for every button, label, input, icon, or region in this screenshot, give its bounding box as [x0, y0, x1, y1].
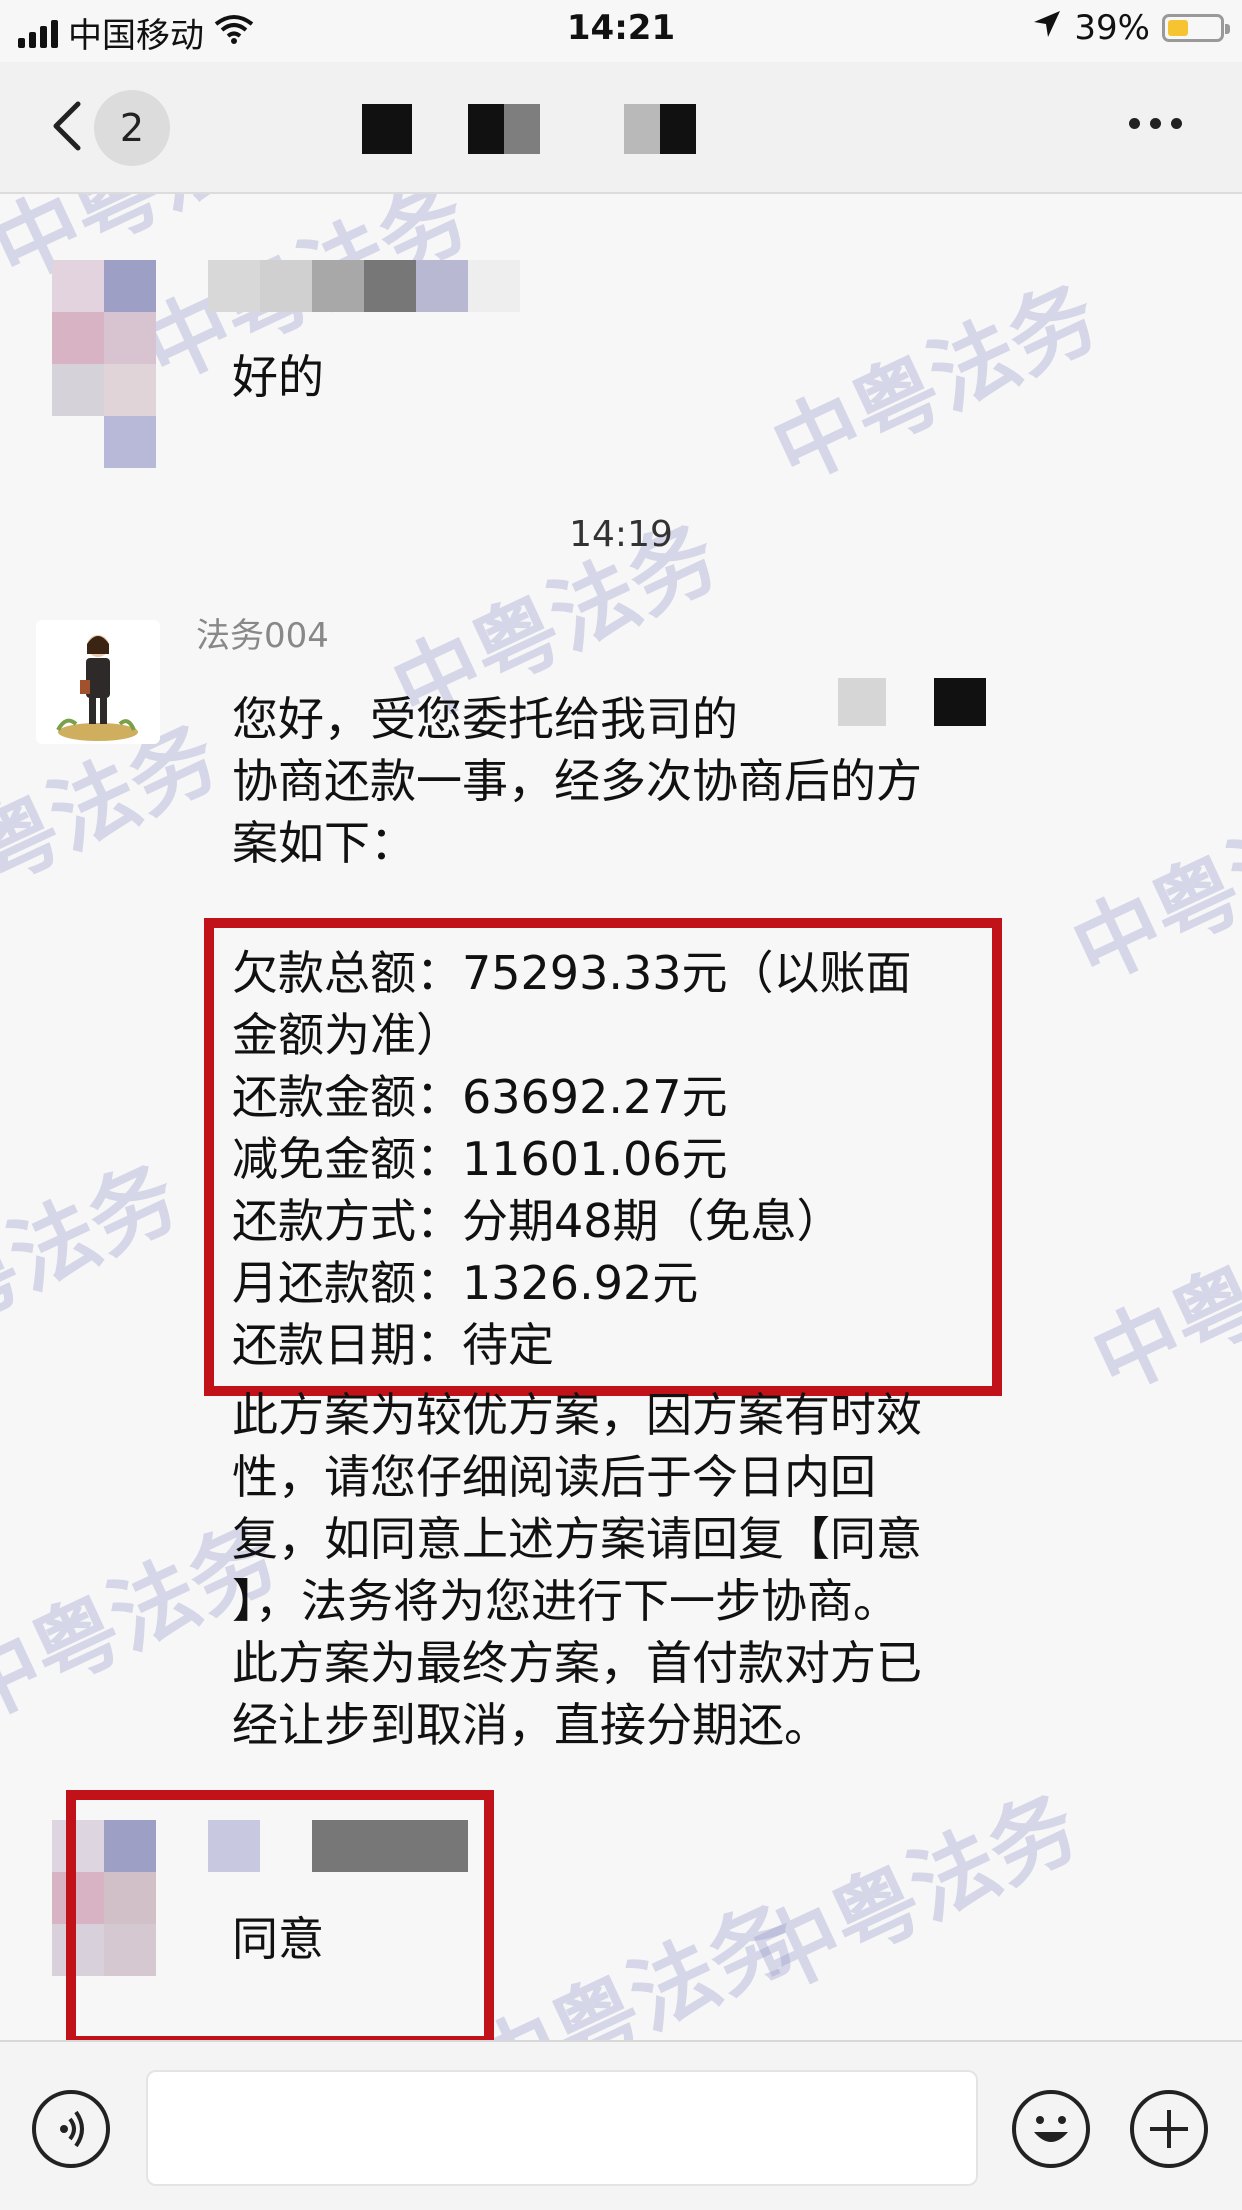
sender-name: 法务004	[196, 616, 329, 656]
message-text: 好的	[232, 350, 324, 404]
battery-percent: 39%	[1074, 8, 1150, 48]
text-line: 经让步到取消，直接分期还。	[232, 1698, 830, 1752]
avatar-fragment	[104, 416, 156, 468]
location-arrow-icon	[1032, 8, 1062, 48]
battery-icon	[1162, 14, 1230, 42]
emoji-icon[interactable]	[1012, 2090, 1090, 2168]
redacted-block	[838, 678, 886, 726]
redacted-block	[934, 678, 986, 726]
message-closing: 此方案为较优方案，因方案有时效 性，请您仔细阅读后于今日内回 复，如同意上述方案…	[232, 1384, 922, 1756]
text-line: 您好，受您委托给我司的	[232, 692, 738, 746]
chat-area[interactable]: 中粤法务 中粤法务 中粤法务 中粤法务 中粤法务 中粤法务 中粤法务 中粤法务 …	[0, 194, 1242, 2040]
plan-line: 欠款总额：75293.33元（以账面	[232, 946, 912, 1000]
text-line: 复，如同意上述方案请回复【同意	[232, 1512, 922, 1566]
avatar[interactable]	[52, 260, 208, 416]
plan-details: 欠款总额：75293.33元（以账面 金额为准） 还款金额：63692.27元 …	[232, 942, 912, 1376]
status-right: 39%	[1032, 8, 1230, 48]
watermark: 中粤法务	[0, 1146, 193, 1383]
chevron-left-icon[interactable]	[48, 100, 84, 152]
sender-name-redacted	[208, 260, 520, 312]
plus-icon[interactable]	[1130, 2090, 1208, 2168]
plan-line: 还款日期：待定	[232, 1318, 554, 1372]
battery-fill	[1168, 20, 1188, 36]
text-line: 协商还款一事，经多次协商后的方	[232, 754, 922, 808]
plan-line: 还款方式：分期48期（免息）	[232, 1194, 843, 1248]
message-input[interactable]	[146, 2070, 978, 2186]
reply-highlight-box	[66, 1790, 494, 2040]
text-line: 】，法务将为您进行下一步协商。	[232, 1574, 899, 1628]
plan-line: 月还款额：1326.92元	[232, 1256, 699, 1310]
text-line: 案如下：	[232, 816, 416, 870]
message-timestamp: 14:19	[569, 514, 673, 555]
text-line: 此方案为较优方案，因方案有时效	[232, 1388, 922, 1442]
lawyer-avatar-icon	[56, 635, 138, 741]
watermark: 中粤法务	[1058, 766, 1242, 1003]
input-bar	[0, 2040, 1242, 2210]
message-intro: 您好，受您委托给我司的 协商还款一事，经多次协商后的方 案如下：	[232, 688, 922, 874]
unread-count-badge[interactable]: 2	[94, 90, 170, 166]
voice-icon[interactable]	[32, 2090, 110, 2168]
nav-bar: 2	[0, 62, 1242, 194]
watermark: 中粤法务	[758, 266, 1113, 503]
watermark: 中粤法务	[1078, 1176, 1242, 1413]
avatar[interactable]	[36, 620, 160, 744]
plan-line: 还款金额：63692.27元	[232, 1070, 728, 1124]
more-icon[interactable]	[1129, 118, 1182, 129]
plan-line: 减免金额：11601.06元	[232, 1132, 728, 1186]
status-bar: 中国移动 14:21 39%	[0, 0, 1242, 62]
text-line: 性，请您仔细阅读后于今日内回	[232, 1450, 876, 1504]
text-line: 此方案为最终方案，首付款对方已	[232, 1636, 922, 1690]
watermark: 中粤法务	[458, 1886, 813, 2040]
plan-line: 金额为准）	[232, 1008, 462, 1062]
